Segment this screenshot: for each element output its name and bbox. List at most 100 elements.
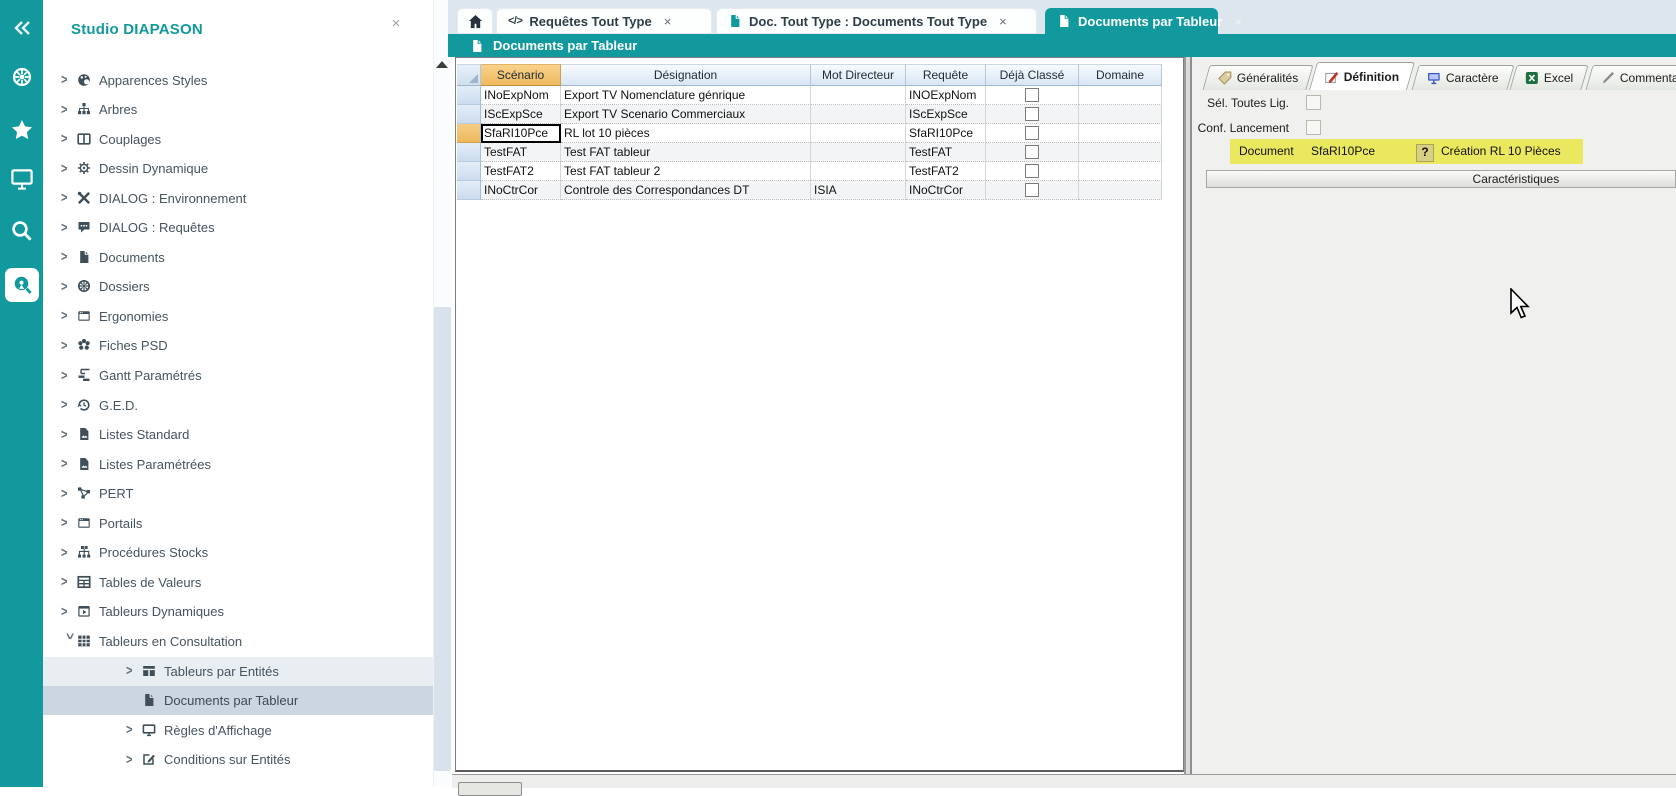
search-icon[interactable] [0,213,43,247]
chevron-right-icon[interactable]: > [61,368,77,383]
grid-cell-domaine[interactable] [1079,162,1162,181]
row-selector-cell[interactable] [457,162,481,181]
grid-cell-deja_classe[interactable] [986,124,1079,143]
grid-cell-deja_classe[interactable] [986,86,1079,105]
grid-cell-deja_classe[interactable] [986,162,1079,181]
grid-cell-domaine[interactable] [1079,124,1162,143]
chevron-right-icon[interactable]: > [61,457,77,472]
sidebar-item-documents[interactable]: >Documents [43,243,423,272]
grid-cell-scenario[interactable]: INoExpNom [481,86,561,105]
deja-classe-checkbox[interactable] [1025,183,1039,197]
tab-close-icon[interactable]: × [999,14,1007,29]
explorer-search-icon[interactable] [5,268,39,302]
document-tab-1[interactable]: </>Requêtes Tout Type× [496,8,712,34]
settings-wheel-icon[interactable] [0,60,43,94]
deja-classe-checkbox[interactable] [1025,107,1039,121]
sidebar-item-couplages[interactable]: >Couplages [43,125,423,154]
grid-cell-requete[interactable]: INOExpNom [906,86,986,105]
grid-cell-requete[interactable]: TestFAT2 [906,162,986,181]
sidebar-item-listes-standard[interactable]: >Listes Standard [43,420,423,449]
sidebar-item-g-e-d[interactable]: >G.E.D. [43,391,423,420]
document-value[interactable]: SfaRI10Pce [1311,144,1375,158]
favorites-star-icon[interactable] [0,112,43,146]
chevron-right-icon[interactable]: > [61,398,77,413]
deja-classe-checkbox[interactable] [1025,126,1039,140]
grid-cell-deja_classe[interactable] [986,143,1079,162]
chevron-right-icon[interactable]: > [61,73,77,88]
properties-tab-commentaire[interactable]: Commentaire [1585,65,1676,90]
grid-column-header-4[interactable]: Requête [906,64,986,86]
grid-cell-scenario[interactable]: IScExpSce [481,105,561,124]
grid-column-header-1[interactable]: Scénario [481,64,561,86]
properties-tab-d-finition[interactable]: Définition [1309,62,1415,90]
chevron-right-icon[interactable]: > [61,486,77,501]
grid-cell-scenario[interactable]: INoCtrCor [481,181,561,200]
bottom-toolbar-button[interactable] [458,782,522,796]
grid-column-header-6[interactable]: Domaine [1079,64,1162,86]
document-tab-3[interactable]: Documents par Tableur× [1045,8,1218,34]
grid-cell-domaine[interactable] [1079,181,1162,200]
properties-tab-g-n-ralit-s[interactable]: Généralités [1202,65,1314,90]
sidebar-item-listes-param-tr-es[interactable]: >Listes Paramétrées [43,450,423,479]
sidebar-item-ergonomies[interactable]: >Ergonomies [43,302,423,331]
grid-cell-domaine[interactable] [1079,86,1162,105]
sidebar-item-dessin-dynamique[interactable]: >Dessin Dynamique [43,154,423,183]
grid-cell-requete[interactable]: IScExpSce [906,105,986,124]
chevron-right-icon[interactable]: > [126,752,142,767]
tree-scrollbar-up-arrow-icon[interactable] [436,61,448,68]
grid-cell-requete[interactable]: SfaRI10Pce [906,124,986,143]
grid-cell-designation[interactable]: Export TV Nomenclature génrique [561,86,811,105]
chevron-right-icon[interactable]: > [126,664,142,679]
row-selector-cell[interactable] [457,181,481,200]
grid-cell-scenario[interactable]: TestFAT [481,143,561,162]
sidebar-item-dialog-requ-tes[interactable]: >DIALOG : Requêtes [43,213,423,242]
chevron-right-icon[interactable]: > [61,575,77,590]
chevron-right-icon[interactable]: > [61,516,77,531]
sidebar-item-gantt-param-tr-s[interactable]: >Gantt Paramétrés [43,361,423,390]
chevron-right-icon[interactable]: > [61,604,77,619]
sidebar-close-icon[interactable]: × [388,16,404,32]
sidebar-item-pert[interactable]: >PERT [43,479,423,508]
grid-cell-requete[interactable]: INoCtrCor [906,181,986,200]
chevron-right-icon[interactable]: > [61,427,77,442]
grid-cell-domaine[interactable] [1079,143,1162,162]
grid-select-all-cell[interactable] [457,64,481,86]
grid-cell-designation[interactable]: Test FAT tableur 2 [561,162,811,181]
grid-cell-designation[interactable]: Test FAT tableur [561,143,811,162]
sidebar-item-dossiers[interactable]: >Dossiers [43,272,423,301]
sidebar-item-tableurs-par-entit-s[interactable]: >Tableurs par Entités [43,657,488,686]
chevron-right-icon[interactable]: > [61,102,77,117]
sel-toutes-lig-checkbox[interactable] [1306,95,1321,110]
chevron-right-icon[interactable]: > [61,309,77,324]
sidebar-item-portails[interactable]: >Portails [43,509,423,538]
grid-cell-mot_directeur[interactable] [811,162,906,181]
grid-cell-deja_classe[interactable] [986,181,1079,200]
grid-cell-mot_directeur[interactable] [811,86,906,105]
grid-cell-domaine[interactable] [1079,105,1162,124]
sidebar-item-documents-par-tableur[interactable]: Documents par Tableur [43,686,488,715]
sidebar-item-conditions-sur-entit-s[interactable]: >Conditions sur Entités [43,745,488,774]
chevron-right-icon[interactable]: > [126,723,142,738]
properties-tab-caract-re[interactable]: Caractère [1411,65,1514,90]
chevron-right-icon[interactable]: > [61,279,77,294]
sidebar-item-tables-de-valeurs[interactable]: >Tables de Valeurs [43,568,423,597]
sidebar-item-r-gles-d-affichage[interactable]: >Règles d'Affichage [43,716,488,745]
deja-classe-checkbox[interactable] [1025,164,1039,178]
chevron-right-icon[interactable]: > [61,132,77,147]
sidebar-item-apparences-styles[interactable]: >Apparences Styles [43,66,423,95]
grid-cell-mot_directeur[interactable] [811,124,906,143]
chevron-right-icon[interactable]: > [61,161,77,176]
row-selector-cell[interactable] [457,143,481,162]
grid-cell-mot_directeur[interactable] [811,143,906,162]
grid-cell-designation[interactable]: Controle des Correspondances DT [561,181,811,200]
sidebar-item-arbres[interactable]: >Arbres [43,95,423,124]
screens-monitor-icon[interactable] [0,162,43,196]
grid-cell-designation[interactable]: Export TV Scenario Commerciaux [561,105,811,124]
grid-column-header-2[interactable]: Désignation [561,64,811,86]
grid-column-header-3[interactable]: Mot Directeur [811,64,906,86]
deja-classe-checkbox[interactable] [1025,88,1039,102]
properties-tab-excel[interactable]: Excel [1510,65,1590,90]
document-help-button[interactable]: ? [1416,144,1434,162]
grid-cell-mot_directeur[interactable]: ISIA [811,181,906,200]
collapse-sidebar-icon[interactable] [0,11,43,45]
